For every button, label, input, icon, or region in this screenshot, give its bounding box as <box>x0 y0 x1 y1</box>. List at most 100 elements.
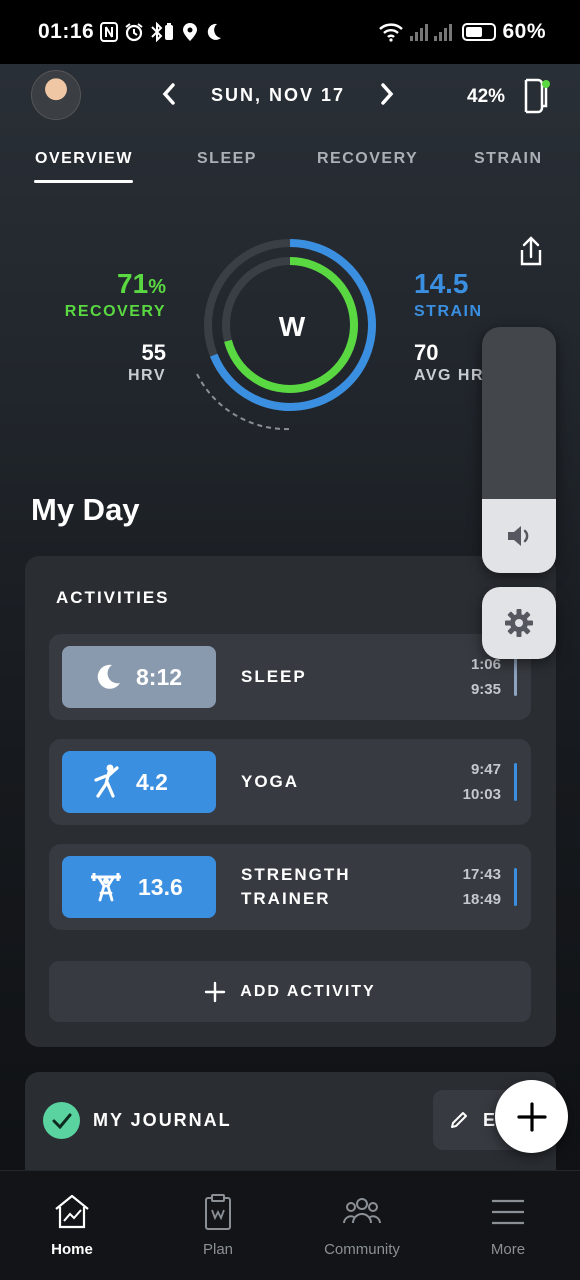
activity-badge: 13.6 <box>62 856 216 918</box>
ring-chart: W <box>196 239 376 431</box>
clipboard-icon <box>205 1194 231 1230</box>
activity-name: STRENGTH TRAINER <box>241 863 351 911</box>
activity-end: 9:35 <box>470 681 501 698</box>
recovery-value[interactable]: 71% <box>117 268 166 300</box>
activity-badge: 8:12 <box>62 646 216 708</box>
strain-value[interactable]: 14.5 <box>414 268 469 300</box>
share-icon[interactable] <box>516 236 546 268</box>
avg-hr-value: 70 <box>414 340 439 365</box>
alarm-icon <box>125 23 143 42</box>
recovery-number: 71 <box>117 268 149 299</box>
header: SUN, NOV 17 42% <box>0 64 580 128</box>
strain-label: STRAIN <box>414 303 483 320</box>
nav-plan-label: Plan <box>202 1241 234 1258</box>
tab-sleep[interactable]: SLEEP <box>197 150 257 168</box>
journal-title: MY JOURNAL <box>93 1110 232 1130</box>
gear-icon <box>505 609 533 637</box>
edit-label: E <box>483 1109 496 1130</box>
recovery-strain-ring[interactable]: W <box>195 234 385 434</box>
nav-home[interactable]: Home <box>22 1193 122 1258</box>
activity-value: 13.6 <box>138 873 183 900</box>
battery-fill <box>466 27 483 37</box>
strap-device-icon[interactable] <box>518 76 552 116</box>
nav-more[interactable]: More <box>458 1193 558 1258</box>
activity-name-line1: STRENGTH <box>241 865 351 884</box>
app-screen: 01:16 60% SUN, NOV 17 42% OVERVIEW SLEEP… <box>0 0 580 1280</box>
device-battery-percent: 42% <box>467 86 506 107</box>
active-tab-indicator <box>34 180 133 183</box>
my-day-title: My Day <box>31 492 140 527</box>
tab-recovery[interactable]: RECOVERY <box>317 150 418 168</box>
plus-icon <box>516 1101 547 1132</box>
battery-percent: 60% <box>502 20 546 43</box>
journal-card[interactable]: MY JOURNAL E <box>25 1072 556 1182</box>
menu-icon <box>492 1199 524 1225</box>
location-icon <box>183 23 198 41</box>
bottom-navigation: Home Plan Community More <box>0 1170 580 1280</box>
activity-time-bar <box>514 763 517 801</box>
tab-overview[interactable]: OVERVIEW <box>35 150 133 168</box>
activity-times: 17:43 18:49 <box>463 862 501 912</box>
add-activity-button[interactable]: ADD ACTIVITY <box>49 961 531 1022</box>
chevron-left-icon[interactable] <box>160 82 178 109</box>
activity-end: 18:49 <box>462 891 501 908</box>
status-bar: 01:16 60% <box>0 0 580 64</box>
activity-time-bar <box>514 658 517 696</box>
recovery-label: RECOVERY <box>64 303 166 320</box>
battery-icon <box>462 23 497 41</box>
status-left: 01:16 <box>38 20 222 44</box>
hrv-value: 55 <box>141 340 166 365</box>
wifi-icon <box>379 23 404 42</box>
add-fab-button[interactable] <box>495 1080 568 1153</box>
hrv-label: HRV <box>128 367 166 384</box>
check-icon <box>43 1102 80 1139</box>
activity-name: YOGA <box>241 772 300 791</box>
activity-row-sleep[interactable]: 8:12 SLEEP 1:06 9:35 <box>49 634 531 720</box>
home-chart-icon <box>55 1194 89 1229</box>
nfc-icon <box>100 22 119 42</box>
volume-settings-button[interactable] <box>482 587 556 659</box>
plus-icon <box>205 981 226 1002</box>
activity-start: 17:43 <box>462 866 501 883</box>
activities-card: ACTIVITIES 8:12 SLEEP 1:06 9:35 4.2 YOGA… <box>25 556 556 1047</box>
bluetooth-battery-icon <box>151 22 174 42</box>
date-navigator: SUN, NOV 17 <box>160 82 396 109</box>
activities-title: ACTIVITIES <box>56 588 170 607</box>
pencil-icon <box>451 1112 467 1128</box>
add-activity-label: ADD ACTIVITY <box>240 982 376 1000</box>
signal-icon <box>434 23 453 41</box>
signal-icon <box>410 23 429 41</box>
activity-end: 10:03 <box>462 786 501 803</box>
moon-icon <box>97 664 120 689</box>
tab-bar: OVERVIEW SLEEP RECOVERY STRAIN <box>0 140 580 188</box>
activity-name: SLEEP <box>241 667 307 686</box>
nav-more-label: More <box>490 1241 526 1258</box>
nav-plan[interactable]: Plan <box>168 1193 268 1258</box>
chevron-right-icon[interactable] <box>378 82 396 109</box>
volume-slider[interactable] <box>482 327 556 573</box>
strain-extension-dashed <box>196 373 291 431</box>
moon-icon <box>208 23 222 40</box>
current-date[interactable]: SUN, NOV 17 <box>211 85 345 106</box>
activity-times: 1:06 9:35 <box>471 652 501 702</box>
avatar[interactable] <box>31 70 81 120</box>
activity-value: 4.2 <box>136 768 168 795</box>
activity-start: 9:47 <box>470 761 501 778</box>
activity-name-line2: TRAINER <box>241 889 331 908</box>
clock: 01:16 <box>38 20 95 43</box>
speaker-icon <box>508 526 529 546</box>
people-icon <box>343 1198 381 1224</box>
avg-hr-label: AVG HR <box>414 367 485 384</box>
status-right: 60% <box>378 20 546 44</box>
activity-row-strength-trainer[interactable]: 13.6 STRENGTH TRAINER 17:43 18:49 <box>49 844 531 930</box>
yoga-icon <box>94 764 119 798</box>
tab-strain[interactable]: STRAIN <box>474 150 543 168</box>
activity-row-yoga[interactable]: 4.2 YOGA 9:47 10:03 <box>49 739 531 825</box>
nav-community[interactable]: Community <box>312 1193 412 1258</box>
activity-badge: 4.2 <box>62 751 216 813</box>
recovery-unit: % <box>148 276 166 298</box>
weightlifting-icon <box>91 873 121 902</box>
activity-times: 9:47 10:03 <box>463 757 501 807</box>
whoop-logo: W <box>279 311 306 342</box>
activity-time-bar <box>514 868 517 906</box>
